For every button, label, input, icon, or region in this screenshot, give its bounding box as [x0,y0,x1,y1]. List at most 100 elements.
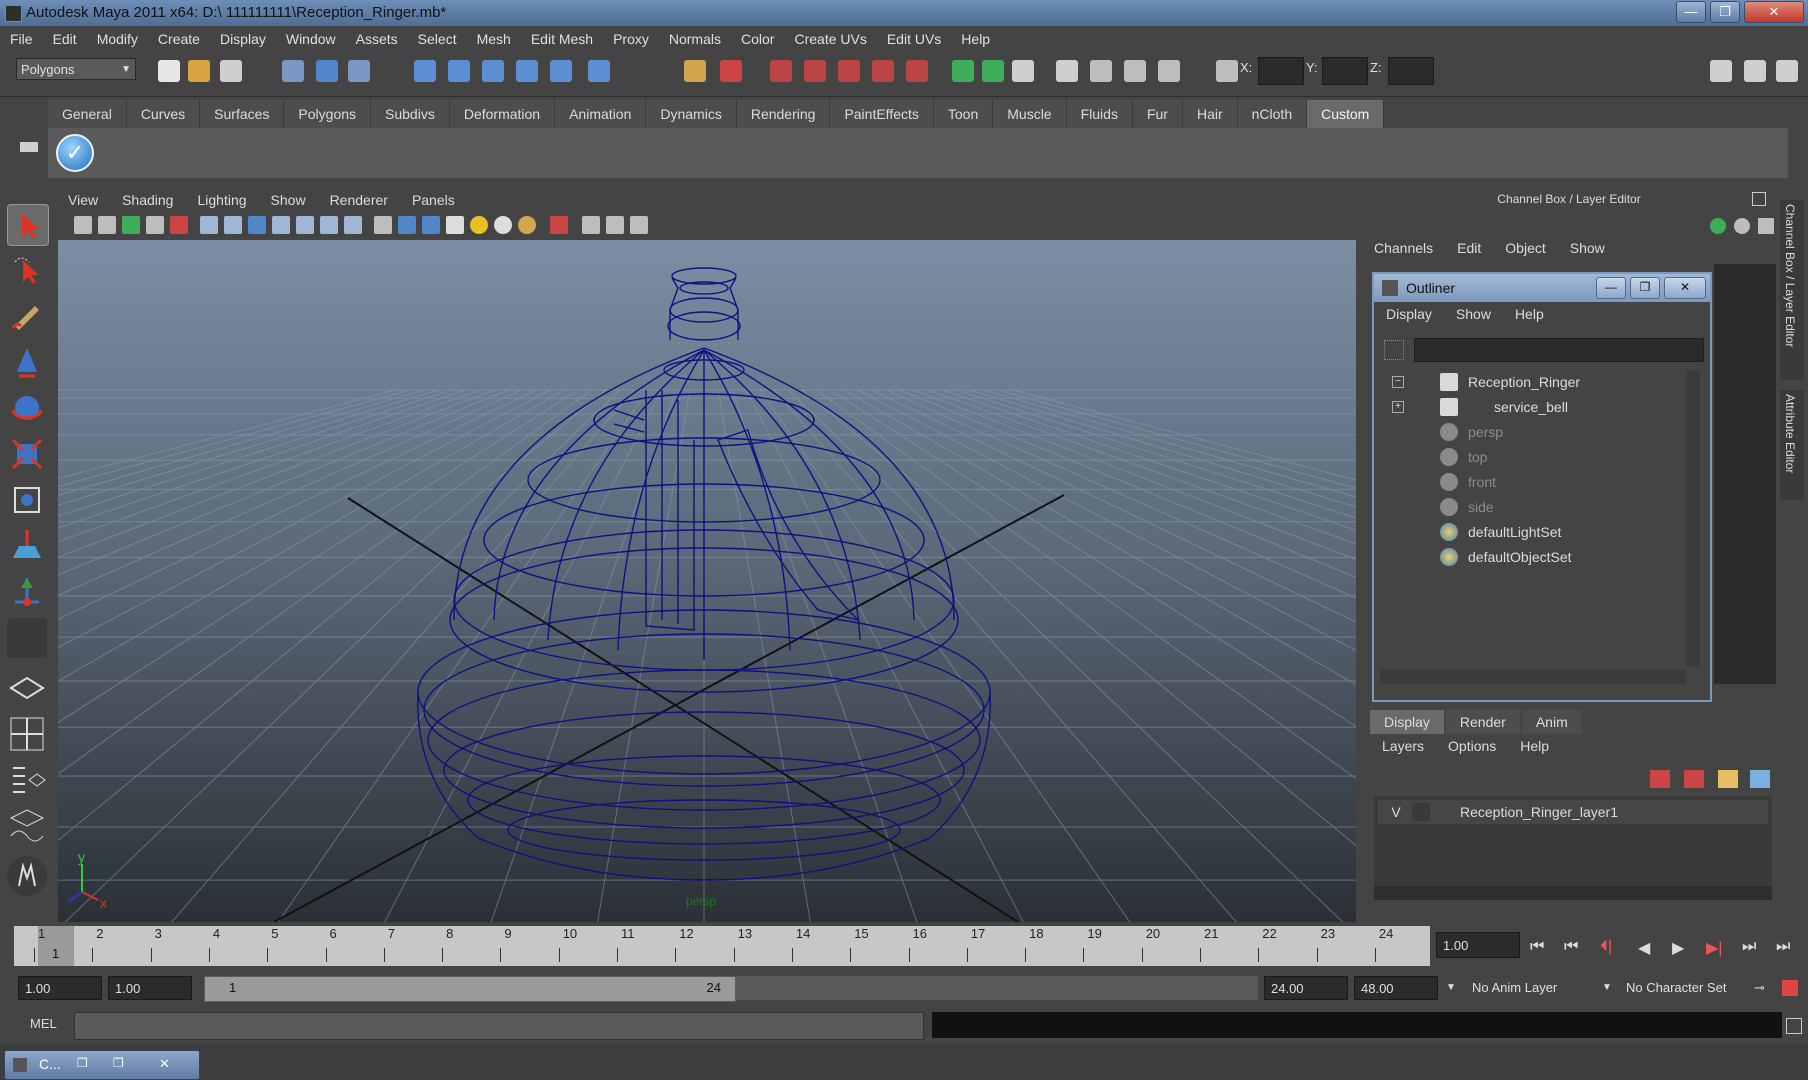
display-settings-icon[interactable] [1056,60,1078,82]
bookmarks-icon[interactable] [122,216,140,234]
channel-box-icon[interactable] [1710,218,1726,234]
field-chart-icon[interactable] [296,216,314,234]
viewport-menu-lighting[interactable]: Lighting [185,192,258,208]
key-icon[interactable]: ⊸ [1754,976,1765,1000]
go-to-end-button[interactable]: ⏭ [1776,938,1790,956]
menu-assets[interactable]: Assets [346,31,408,47]
layer-color-swatch[interactable] [1438,803,1452,821]
y-field[interactable] [1322,57,1368,85]
minimize-button[interactable]: — [1676,1,1706,23]
float-panel-icon[interactable] [1752,192,1766,206]
backface-culling-icon[interactable] [630,216,648,234]
camera-icon[interactable] [1090,60,1112,82]
new-scene-icon[interactable] [158,60,180,82]
channel-box-menu-channels[interactable]: Channels [1362,240,1445,256]
outliner-layout-icon[interactable] [7,760,47,800]
menu-help[interactable]: Help [951,31,1000,47]
wireframe-icon[interactable] [1158,60,1180,82]
layer-menu-layers[interactable]: Layers [1370,738,1436,754]
move-layer-down-icon[interactable] [1750,770,1770,788]
shelf-tab-hair[interactable]: Hair [1182,100,1238,128]
x-field[interactable] [1258,57,1304,85]
minimized-maximize-button[interactable]: ❐ [113,1056,124,1070]
menu-create-uvs[interactable]: Create UVs [784,31,876,47]
transform-input-icon[interactable] [1216,60,1238,82]
list-item[interactable]: defaultObjectSet [1380,545,1680,569]
show-tool-settings-icon[interactable] [1744,60,1766,82]
menu-mesh[interactable]: Mesh [467,31,521,47]
mel-input[interactable] [74,1012,924,1040]
rotate-tool-icon[interactable] [7,388,47,428]
view-icon[interactable] [1124,60,1146,82]
outliner-maximize-button[interactable]: ❐ [1630,277,1660,299]
perspective-viewport[interactable]: y x persp [58,240,1356,922]
shelf-tab-painteffects[interactable]: PaintEffects [830,100,934,128]
play-backwards-button[interactable]: ◀ [1638,938,1650,958]
check-icon[interactable]: ✓ [56,134,94,172]
shelf-tab-muscle[interactable]: Muscle [993,100,1067,128]
time-slider[interactable]: 1 1 2 3 4 5 6 7 8 9 10 11 12 13 14 15 16 17 18 19 20 21 22 23 2… [14,926,1430,966]
rename-icon[interactable] [982,60,1004,82]
playback-end-field[interactable]: 24.00 [1264,976,1348,1000]
xray-joints-icon[interactable] [606,216,624,234]
shelf-tab-ncloth[interactable]: nCloth [1237,100,1308,128]
menu-normals[interactable]: Normals [659,31,731,47]
quick-selection-icon[interactable] [1012,60,1034,82]
step-back-frame-button[interactable]: ⏴| [1600,938,1612,956]
select-component-icon[interactable] [348,60,370,82]
camera-attributes-icon[interactable] [98,216,116,234]
minimized-window[interactable]: C... ❐ ❐ ✕ [4,1050,200,1080]
range-slider-track[interactable] [736,976,1258,1000]
save-scene-icon[interactable] [220,60,242,82]
film-gate-icon[interactable] [224,216,242,234]
soft-modification-tool-icon[interactable] [7,526,47,566]
single-perspective-layout-icon[interactable] [7,668,47,708]
use-all-lights-icon[interactable] [470,216,488,234]
layer-tab-render[interactable]: Render [1445,710,1520,734]
render-view-icon[interactable] [906,60,928,82]
lock-icon[interactable] [684,60,706,82]
new-layer-selected-icon[interactable] [1684,770,1704,788]
shelf-tab-polygons[interactable]: Polygons [284,100,372,128]
shelf-tab-subdivs[interactable]: Subdivs [371,100,450,128]
close-button[interactable]: ✕ [1744,1,1804,23]
universal-manipulator-icon[interactable] [7,480,47,520]
chevron-down-icon[interactable]: ▼ [1602,976,1612,1000]
four-view-layout-icon[interactable] [7,714,47,754]
shelf-tab-dynamics[interactable]: Dynamics [646,100,737,128]
layer-type-toggle[interactable] [1412,803,1430,821]
character-set-dropdown[interactable]: No Character Set [1626,976,1726,1000]
show-manipulator-tool-icon[interactable] [7,572,47,612]
layer-horizontal-scrollbar[interactable] [1374,886,1772,900]
step-forward-frame-button[interactable]: ▶| [1706,938,1722,958]
anim-layer-dropdown[interactable]: No Anim Layer [1472,976,1557,1000]
outliner-filter-input[interactable] [1414,338,1704,362]
wireframe-shading-icon[interactable] [374,216,392,234]
shelf-tab-toon[interactable]: Toon [933,100,994,128]
shelf-tab-animation[interactable]: Animation [555,100,647,128]
gate-mask-icon[interactable] [272,216,290,234]
lasso-tool-icon[interactable] [7,250,47,290]
layer-row[interactable]: V Reception_Ringer_layer1 [1378,800,1768,824]
menu-edit[interactable]: Edit [43,31,87,47]
select-tool-icon[interactable] [7,204,49,246]
paint-selection-tool-icon[interactable] [7,296,47,336]
ipr-render-icon[interactable] [804,60,826,82]
script-editor-icon[interactable] [1786,1018,1802,1034]
viewport-menu-view[interactable]: View [56,192,110,208]
menu-edit-mesh[interactable]: Edit Mesh [521,31,603,47]
outliner-vertical-scrollbar[interactable] [1686,370,1700,666]
menu-create[interactable]: Create [148,31,210,47]
viewport-menu-renderer[interactable]: Renderer [318,192,400,208]
menu-color[interactable]: Color [731,31,784,47]
menu-display[interactable]: Display [210,31,276,47]
play-forwards-button[interactable]: ▶ [1672,938,1684,958]
tool-settings-icon[interactable] [1758,218,1774,234]
viewport-menu-show[interactable]: Show [259,192,318,208]
shelf-tab-rendering[interactable]: Rendering [736,100,831,128]
shelf-tab-fur[interactable]: Fur [1132,100,1183,128]
shelf-tab-fluids[interactable]: Fluids [1066,100,1133,128]
isolate-select-icon[interactable] [550,216,568,234]
animation-start-field[interactable]: 1.00 [18,976,102,1000]
last-tool-used-icon[interactable] [7,618,47,658]
